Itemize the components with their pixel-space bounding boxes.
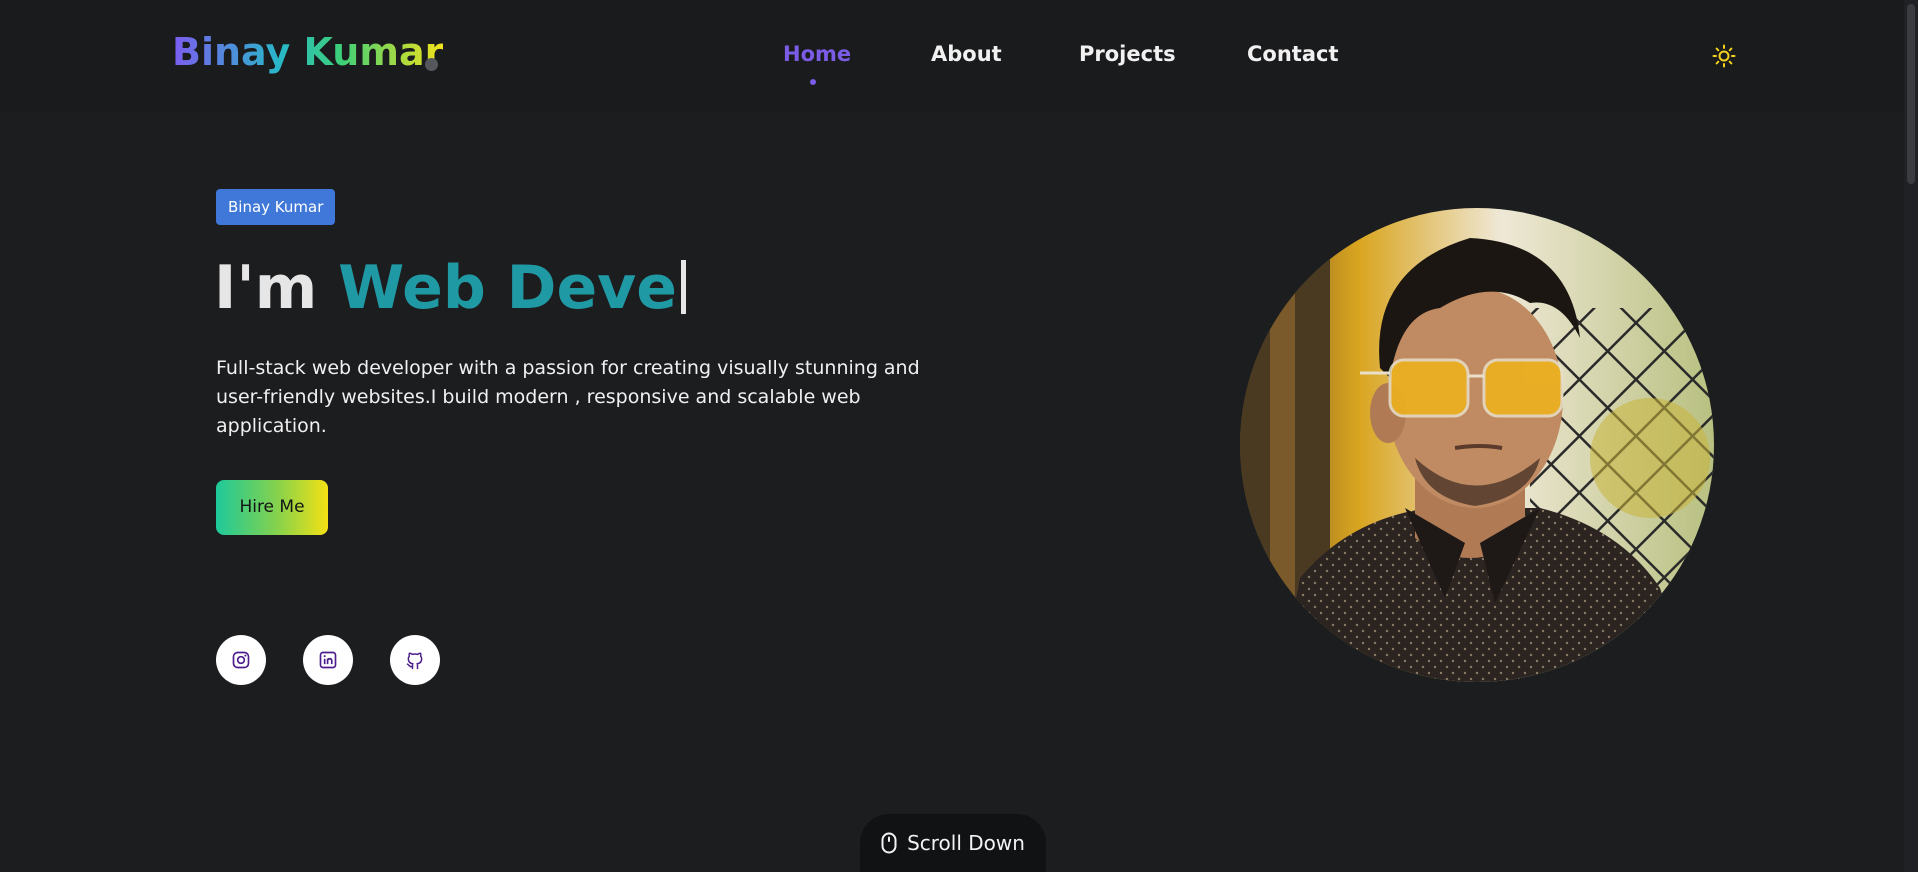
- scrollbar-thumb[interactable]: [1907, 4, 1915, 184]
- typing-cursor: [681, 260, 686, 314]
- scroll-down-button[interactable]: Scroll Down: [860, 814, 1046, 872]
- headline-role-typing: Web Deve: [338, 253, 677, 323]
- profile-photo: [1240, 208, 1714, 682]
- github-icon: [406, 652, 423, 670]
- linkedin-icon: [319, 651, 337, 669]
- linkedin-link[interactable]: [303, 635, 353, 685]
- profile-photo-illustration: [1240, 208, 1714, 682]
- mouse-icon: [881, 832, 897, 854]
- hero-headline: I'm Web Deve: [214, 248, 686, 328]
- github-link[interactable]: [390, 635, 440, 685]
- page: Binay Kumar Home About Projects Contact: [0, 0, 1918, 872]
- site-header: Binay Kumar Home About Projects Contact: [0, 0, 1904, 113]
- site-logo[interactable]: Binay Kumar: [172, 30, 443, 74]
- nav-about[interactable]: About: [931, 42, 1002, 66]
- hire-me-button[interactable]: Hire Me: [216, 480, 328, 535]
- nav-contact[interactable]: Contact: [1247, 42, 1339, 66]
- theme-toggle-button[interactable]: [1712, 44, 1736, 68]
- nav-home[interactable]: Home: [783, 42, 851, 66]
- headline-prefix: I'm: [214, 253, 318, 323]
- hero-description: Full-stack web developer with a passion …: [216, 357, 920, 437]
- active-nav-indicator: [810, 79, 816, 85]
- logo-dot: [425, 58, 438, 71]
- nav-projects[interactable]: Projects: [1079, 42, 1176, 66]
- instagram-icon: [232, 651, 250, 669]
- name-badge: Binay Kumar: [216, 189, 336, 225]
- scroll-down-label: Scroll Down: [907, 831, 1025, 855]
- instagram-link[interactable]: [216, 635, 266, 685]
- sun-icon: [1712, 44, 1736, 68]
